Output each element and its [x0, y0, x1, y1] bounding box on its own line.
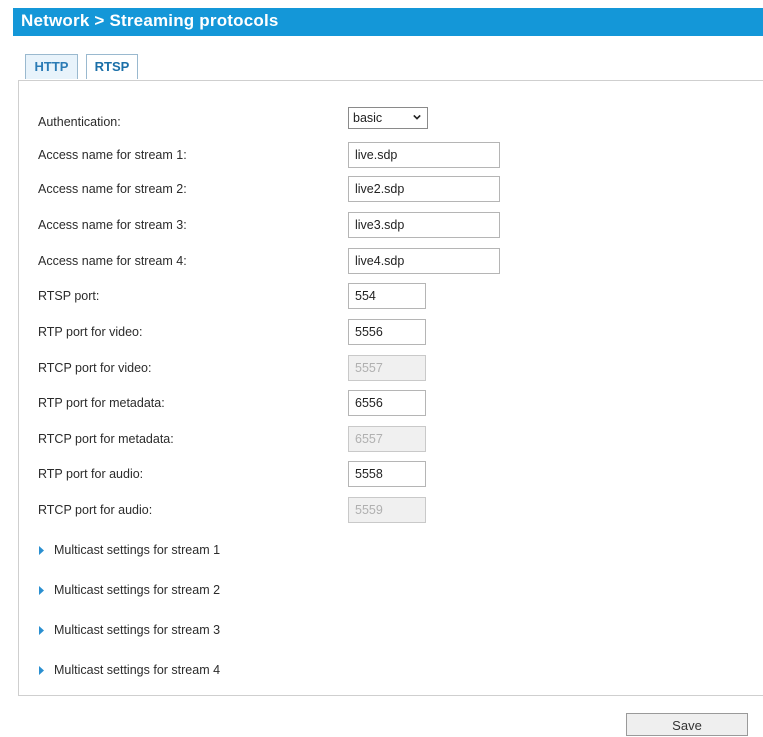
page-title: Network > Streaming protocols: [21, 11, 279, 30]
settings-panel: [18, 80, 763, 696]
chevron-down-icon: [413, 114, 421, 120]
stream2-label: Access name for stream 2:: [38, 182, 187, 196]
rtp-metadata-port-input[interactable]: [348, 390, 426, 416]
stream3-row: Access name for stream 3:: [38, 212, 738, 238]
authentication-select[interactable]: basic: [348, 107, 428, 129]
rtcp-metadata-row: RTCP port for metadata:: [38, 426, 738, 452]
rtp-audio-row: RTP port for audio:: [38, 461, 738, 487]
rtcp-metadata-port-input: [348, 426, 426, 452]
authentication-value: basic: [353, 111, 383, 125]
multicast-stream1-label: Multicast settings for stream 1: [54, 543, 221, 557]
triangle-right-icon: [39, 546, 44, 555]
rtp-video-row: RTP port for video:: [38, 319, 738, 345]
triangle-right-icon: [39, 626, 44, 635]
multicast-stream3-label: Multicast settings for stream 3: [54, 623, 221, 637]
rtp-video-port-input[interactable]: [348, 319, 426, 345]
stream1-row: Access name for stream 1:: [38, 142, 738, 168]
rtcp-audio-row: RTCP port for audio:: [38, 497, 738, 523]
authentication-label: Authentication:: [38, 115, 121, 129]
stream1-label: Access name for stream 1:: [38, 148, 187, 162]
rtp-audio-label: RTP port for audio:: [38, 467, 144, 481]
triangle-right-icon: [39, 586, 44, 595]
rtcp-audio-label: RTCP port for audio:: [38, 503, 153, 517]
triangle-right-icon: [39, 666, 44, 675]
tab-rtsp[interactable]: RTSP: [86, 54, 138, 79]
stream4-label: Access name for stream 4:: [38, 254, 187, 268]
rtcp-audio-port-input: [348, 497, 426, 523]
stream3-name-input[interactable]: [348, 212, 500, 238]
multicast-stream4-label: Multicast settings for stream 4: [54, 663, 221, 677]
stream2-row: Access name for stream 2:: [38, 176, 738, 202]
rtsp-port-row: RTSP port:: [38, 283, 738, 309]
rtp-audio-port-input[interactable]: [348, 461, 426, 487]
rtp-metadata-row: RTP port for metadata:: [38, 390, 738, 416]
rtp-video-label: RTP port for video:: [38, 325, 143, 339]
rtcp-metadata-label: RTCP port for metadata:: [38, 432, 174, 446]
stream1-name-input[interactable]: [348, 142, 500, 168]
rtsp-port-label: RTSP port:: [38, 289, 100, 303]
multicast-stream2-label: Multicast settings for stream 2: [54, 583, 221, 597]
rtsp-port-input[interactable]: [348, 283, 426, 309]
stream3-label: Access name for stream 3:: [38, 218, 187, 232]
tab-http[interactable]: HTTP: [25, 54, 78, 79]
authentication-row: Authentication: basic: [38, 105, 738, 131]
stream4-row: Access name for stream 4:: [38, 248, 738, 274]
rtcp-video-label: RTCP port for video:: [38, 361, 152, 375]
page-header: Network > Streaming protocols: [13, 8, 763, 36]
stream4-name-input[interactable]: [348, 248, 500, 274]
rtp-metadata-label: RTP port for metadata:: [38, 396, 165, 410]
stream2-name-input[interactable]: [348, 176, 500, 202]
rtcp-video-port-input: [348, 355, 426, 381]
save-button[interactable]: Save: [626, 713, 748, 736]
rtcp-video-row: RTCP port for video:: [38, 355, 738, 381]
